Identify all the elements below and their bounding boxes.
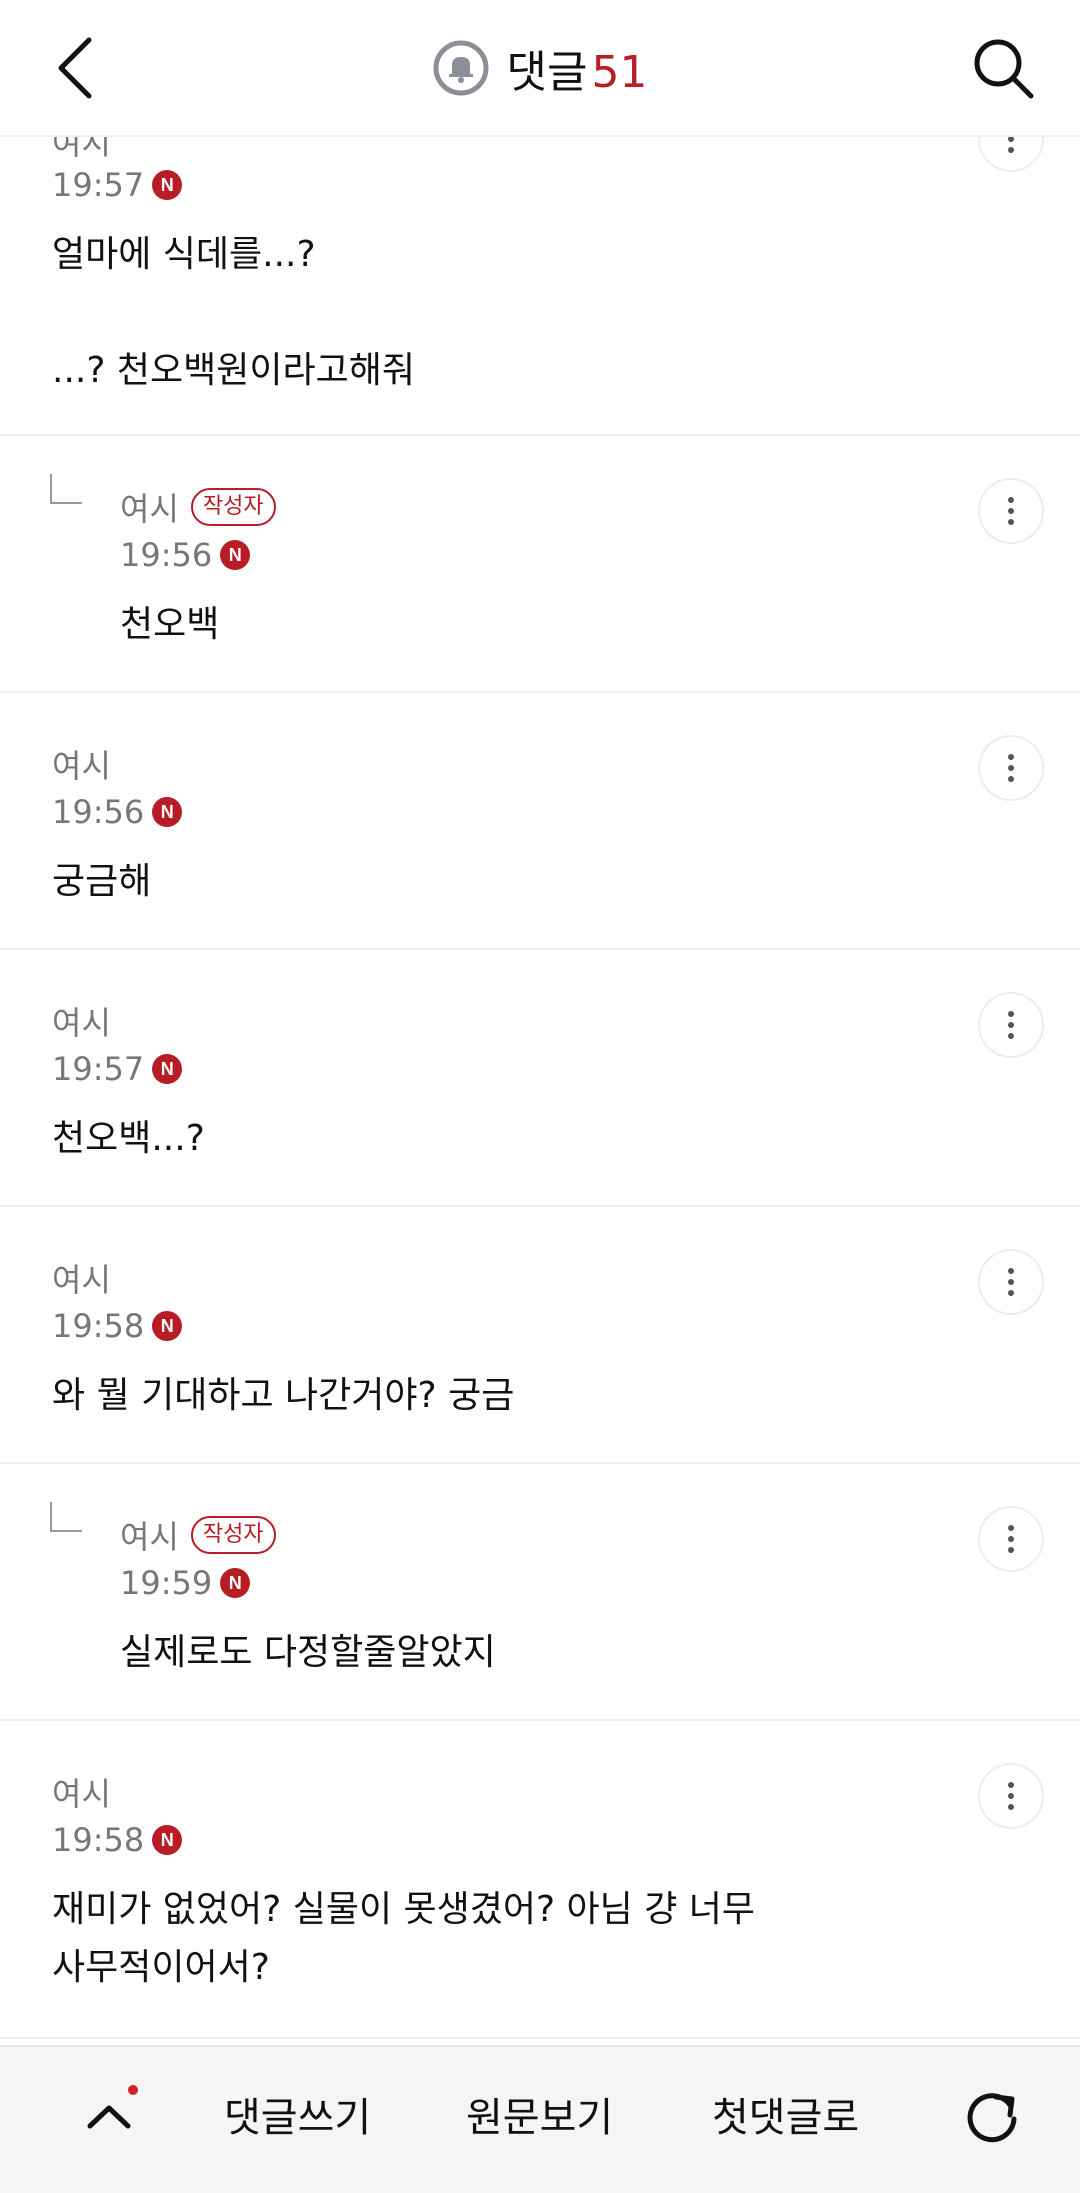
vertical-dots-icon — [1008, 1525, 1014, 1553]
new-badge-icon: N — [152, 1825, 183, 1855]
new-badge-icon: N — [152, 797, 183, 827]
notification-dot-icon — [128, 2085, 138, 2095]
new-badge-icon: N — [220, 540, 251, 570]
vertical-dots-icon — [1008, 1011, 1014, 1039]
reply-indent-icon — [50, 1502, 82, 1532]
comment-text: 천오백...? — [52, 1118, 205, 1159]
time-text: 19:59 — [120, 1564, 213, 1602]
new-badge-icon: N — [152, 1311, 183, 1341]
comment-time: 19:58 N — [52, 1821, 183, 1859]
author-name: 여시 — [52, 1261, 111, 1299]
write-comment-button[interactable]: 댓글쓰기 — [224, 2085, 371, 2143]
comment-author: 여시 — [52, 1769, 111, 1815]
author-name: 여시 — [52, 1775, 111, 1813]
author-name: 여시 — [120, 1518, 179, 1556]
search-button[interactable] — [965, 30, 1040, 105]
more-options-button[interactable] — [978, 478, 1044, 544]
comment-time: 19:56 N — [52, 793, 183, 831]
comment-time: 19:56 N — [120, 536, 251, 574]
comment-time: 19:58 N — [52, 1307, 183, 1345]
time-text: 19:56 — [120, 536, 213, 574]
bottom-action-bar: 댓글쓰기 원문보기 첫댓글로 — [0, 2045, 1080, 2193]
search-icon — [974, 39, 1033, 98]
time-text: 19:58 — [52, 1821, 145, 1859]
comment-item: 여시 19:56 N 궁금해 — [0, 693, 1080, 950]
author-name: 여시 — [52, 747, 111, 785]
author-badge: 작성자 — [190, 488, 276, 526]
refresh-icon — [967, 2093, 1017, 2143]
page-title: 댓글 — [506, 46, 588, 98]
more-options-button[interactable] — [978, 1506, 1044, 1572]
new-badge-icon: N — [152, 1054, 183, 1084]
comment-reply-item: 여시 작성자 19:59 N 실제로도 다정할줄알았지 — [0, 1464, 1080, 1721]
comment-item: 여시 19:58 N 와 뭘 기대하고 나간거야? 궁금 — [0, 1207, 1080, 1464]
vertical-dots-icon — [1008, 754, 1014, 782]
comment-author: 여시 작성자 — [120, 1512, 276, 1558]
reply-indent-icon — [50, 474, 82, 504]
author-name: 여시 — [52, 1004, 111, 1042]
top-header: 댓글51 — [0, 0, 1080, 137]
author-badge: 작성자 — [190, 1516, 276, 1554]
time-text: 19:58 — [52, 1307, 145, 1345]
author-name: 여시 — [120, 490, 179, 528]
comment-time: 19:57 N — [52, 1050, 183, 1088]
comment-text: 와 뭘 기대하고 나간거야? 궁금 — [52, 1375, 515, 1416]
scroll-top-button[interactable] — [74, 2081, 144, 2151]
more-options-button[interactable] — [978, 735, 1044, 801]
time-text: 19:56 — [52, 793, 145, 831]
more-options-button[interactable] — [978, 1763, 1044, 1829]
comment-count: 51 — [591, 46, 648, 98]
more-options-button[interactable] — [978, 1249, 1044, 1315]
vertical-dots-icon — [1008, 1782, 1014, 1810]
new-badge-icon: N — [220, 1568, 251, 1598]
view-original-button[interactable]: 원문보기 — [466, 2085, 613, 2143]
comment-author: 여시 — [52, 1255, 111, 1301]
comment-author: 여시 작성자 — [120, 484, 276, 530]
notification-bell-button[interactable] — [433, 40, 489, 96]
vertical-dots-icon — [1008, 497, 1014, 525]
comment-text: 궁금해 — [52, 861, 152, 902]
comment-time: 19:57 N — [52, 166, 183, 204]
vertical-dots-icon — [1008, 1268, 1014, 1296]
header-title: 댓글51 — [0, 0, 1080, 135]
bell-icon — [433, 40, 489, 95]
time-text: 19:57 — [52, 166, 145, 204]
comment-item: 여시 19:58 N 재미가 없었어? 실물이 못생겼어? 아님 걍 너무 사무… — [0, 1721, 1080, 2039]
chevron-up-icon — [87, 2105, 131, 2129]
comment-text: 재미가 없었어? 실물이 못생겼어? 아님 걍 너무 사무적이어서? — [52, 1889, 756, 1988]
comment-author: 여시 — [52, 998, 111, 1044]
comment-text: 실제로도 다정할줄알았지 — [120, 1632, 496, 1673]
refresh-button[interactable] — [954, 2077, 1030, 2153]
comment-time: 19:59 N — [120, 1564, 251, 1602]
first-comment-button[interactable]: 첫댓글로 — [712, 2085, 859, 2143]
comment-text: 천오백 — [120, 604, 220, 645]
comment-text: 얼마에 식데를...? ...? 천오백원이라고해줘 — [52, 234, 415, 391]
time-text: 19:57 — [52, 1050, 145, 1088]
comment-reply-item: 여시 작성자 19:56 N 천오백 — [0, 436, 1080, 693]
new-badge-icon: N — [152, 170, 183, 200]
comment-author: 여시 — [52, 741, 111, 787]
comment-item: 여시 19:57 N 천오백...? — [0, 950, 1080, 1207]
more-options-button[interactable] — [978, 992, 1044, 1058]
